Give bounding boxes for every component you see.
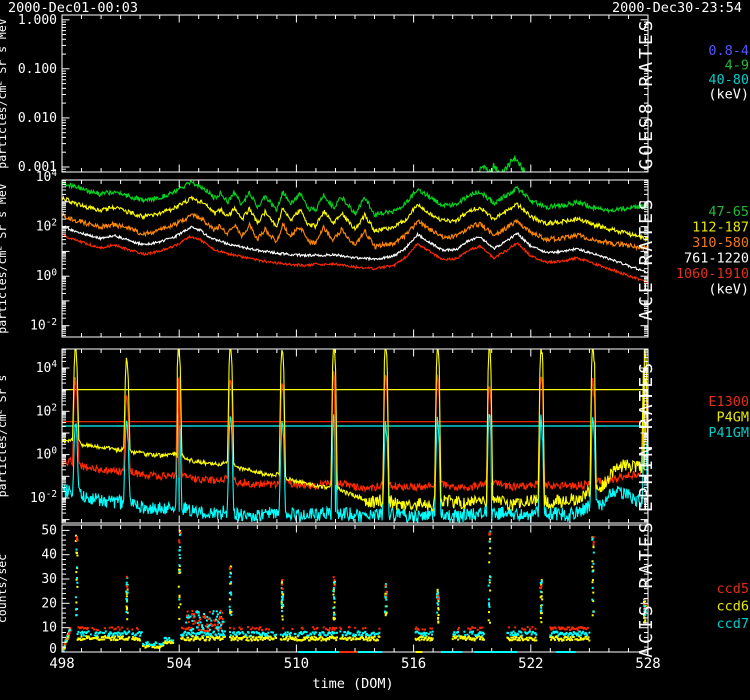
- x-tick-label: 504: [167, 656, 192, 672]
- radiation-rates-chart: 2000-Dec01-00:03 2000-Dec30-23:54 1.0000…: [0, 0, 750, 700]
- y-tick-label: 0.100: [18, 62, 57, 77]
- y-axis-label-acis: counts/sec: [0, 554, 9, 623]
- x-tick-label: 498: [49, 656, 74, 672]
- side-title-ephin: EPHIN RATES: [636, 360, 657, 512]
- y-tick-label: 0: [49, 642, 57, 657]
- x-tick-label: 516: [401, 656, 426, 672]
- legend-item-ccd6: ccd6: [716, 599, 749, 615]
- side-title-ace: ACE RATES: [636, 196, 657, 321]
- legend-item-47-65: 47-65: [708, 204, 749, 220]
- y-tick-label: 1.000: [18, 13, 57, 28]
- y-tick-label: 30: [41, 572, 57, 587]
- side-title-acis: ACIS RATES: [636, 519, 657, 657]
- legend-item-112-187: 112-187: [692, 220, 749, 236]
- y-tick-label: 10: [41, 621, 57, 636]
- legend-item-P4GM: P4GM: [716, 410, 749, 426]
- legend-item-P41GM: P41GM: [708, 425, 749, 441]
- x-tick-label: 510: [284, 656, 309, 672]
- y-tick-label: 40: [41, 548, 57, 563]
- side-title-goes8: GOES8 RATES: [636, 17, 657, 169]
- y-axis-label-goes8: particles/cm2 Sr s MeV: [0, 18, 9, 168]
- space-weather-plot-window: 2000-Dec01-00:03 2000-Dec30-23:54 1.0000…: [0, 0, 750, 700]
- y-axis-label-ephin: particles/cm2 Sr s: [0, 375, 9, 498]
- legend-item-310-580: 310-580: [692, 235, 749, 251]
- legend-item--keV-: (keV): [708, 87, 749, 103]
- legend-item-E1300: E1300: [708, 394, 749, 410]
- legend-item--keV-: (keV): [708, 282, 749, 298]
- y-axis-label-ace: particles/cm2 Sr s MeV: [0, 183, 9, 333]
- y-tick-label: 50: [41, 523, 57, 538]
- end-time-title: 2000-Dec30-23:54: [612, 0, 742, 16]
- legend-item-ccd7: ccd7: [716, 616, 749, 632]
- legend-item-1060-1910: 1060-1910: [676, 266, 749, 282]
- y-tick-label: 0.010: [18, 111, 57, 126]
- legend-item-761-1220: 761-1220: [684, 251, 749, 267]
- x-axis-label: time (DOM): [312, 676, 393, 692]
- y-tick-label: 20: [41, 596, 57, 611]
- x-tick-label: 522: [518, 656, 543, 672]
- legend-item-ccd5: ccd5: [716, 581, 749, 597]
